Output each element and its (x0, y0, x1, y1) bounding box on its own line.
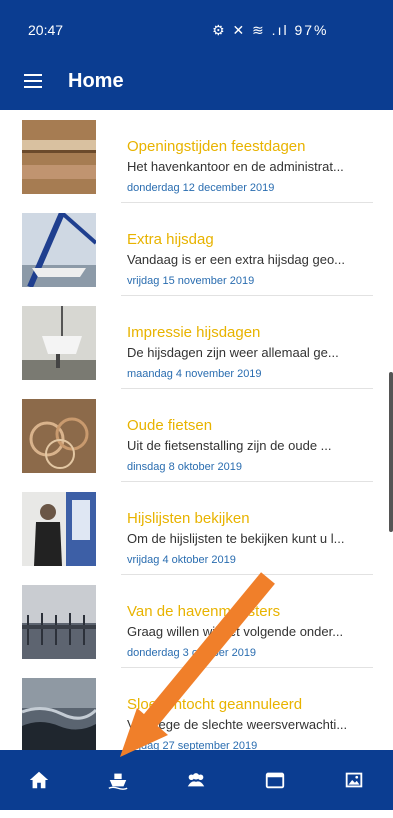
news-summary: Het havenkantoor en de administrat... (127, 159, 344, 174)
hamburger-menu-icon[interactable] (24, 74, 42, 88)
news-title: Van de havenmeesters (127, 603, 281, 620)
list-item[interactable]: Hijslijsten bekijken Om de hijslijsten t… (0, 482, 393, 575)
news-thumbnail (22, 585, 96, 659)
bottom-navigation (0, 750, 393, 810)
news-thumbnail (22, 492, 96, 566)
home-icon (30, 771, 49, 789)
news-date: vrijdag 27 september 2019 (127, 740, 258, 750)
boat-icon (108, 773, 128, 790)
list-item[interactable]: Sloepentocht geannuleerd Vanwege de slec… (0, 668, 393, 750)
nav-calendar[interactable] (255, 760, 295, 800)
news-summary: De hijsdagen zijn weer allemaal ge... (127, 345, 339, 360)
list-item[interactable]: Openingstijden feestdagen Het havenkanto… (0, 110, 393, 203)
news-summary: Graag willen wij het volgende onder... (127, 624, 344, 639)
news-date: vrijdag 15 november 2019 (127, 275, 255, 287)
news-title: Openingstijden feestdagen (127, 138, 306, 155)
news-date: vrijdag 4 oktober 2019 (127, 554, 236, 566)
news-thumbnail (22, 120, 96, 194)
battery-level: 97% (294, 22, 329, 38)
news-title: Hijslijsten bekijken (127, 510, 250, 527)
news-summary: Vanwege de slechte weersverwachti... (127, 717, 348, 732)
news-date: donderdag 3 oktober 2019 (127, 647, 257, 659)
status-indicators: ⚙ ✕ ≋ .ıl (212, 22, 289, 38)
news-summary: Vandaag is er een extra hijsdag geo... (127, 252, 346, 267)
news-thumbnail (22, 678, 96, 750)
status-time: 20:47 (28, 22, 64, 38)
news-title: Impressie hijsdagen (127, 324, 261, 341)
status-icons: ⚙ ✕ ≋ .ıl 97% (212, 22, 329, 39)
news-title: Extra hijsdag (127, 231, 214, 248)
news-thumbnail (22, 306, 96, 380)
scrollbar-thumb[interactable] (389, 372, 393, 532)
list-item[interactable]: Oude fietsen Uit de fietsenstalling zijn… (0, 389, 393, 482)
news-summary: Om de hijslijsten te bekijken kunt u l..… (127, 531, 345, 546)
gallery-icon (345, 772, 362, 788)
people-icon (188, 773, 205, 787)
news-date: maandag 4 november 2019 (127, 368, 262, 380)
news-date: dinsdag 8 oktober 2019 (127, 461, 242, 473)
calendar-icon (265, 772, 285, 789)
nav-home[interactable] (19, 760, 59, 800)
news-date: donderdag 12 december 2019 (127, 182, 275, 194)
news-title: Oude fietsen (127, 417, 213, 434)
news-title: Sloepentocht geannuleerd (127, 696, 303, 713)
list-item[interactable]: Impressie hijsdagen De hijsdagen zijn we… (0, 296, 393, 389)
news-thumbnail (22, 213, 96, 287)
page-title: Home (68, 69, 124, 92)
news-summary: Uit de fietsenstalling zijn de oude ... (127, 438, 332, 453)
nav-boats[interactable] (98, 760, 138, 800)
news-thumbnail (22, 399, 96, 473)
list-item[interactable]: Extra hijsdag Vandaag is er een extra hi… (0, 203, 393, 296)
news-list[interactable]: Openingstijden feestdagen Het havenkanto… (0, 110, 393, 750)
nav-people[interactable] (176, 760, 216, 800)
list-item[interactable]: Van de havenmeesters Graag willen wij he… (0, 575, 393, 668)
nav-gallery[interactable] (334, 760, 374, 800)
status-bar: 20:47 ⚙ ✕ ≋ .ıl 97% (0, 0, 393, 52)
app-bar: Home (0, 52, 393, 110)
